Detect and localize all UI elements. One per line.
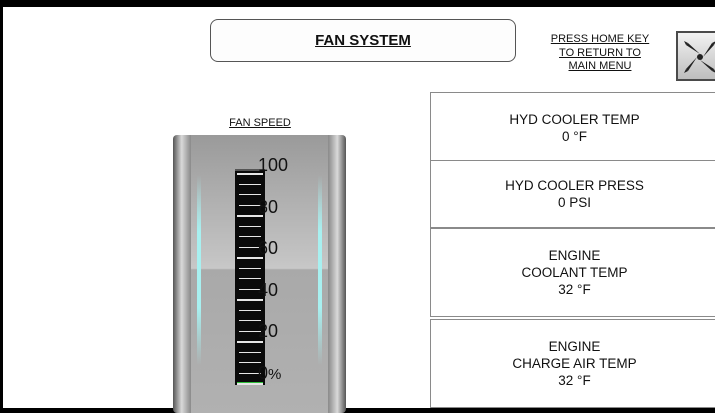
scale-label-60: 60: [258, 238, 279, 258]
fan-icon: [684, 41, 715, 73]
scale-label-0-value: 0: [258, 363, 269, 383]
fan-system-screen: FAN SYSTEM PRESS HOME KEY TO RETURN TO M…: [3, 7, 715, 413]
reading-title: ENGINE COOLANT TEMP: [521, 248, 628, 280]
gauge-tick: [239, 278, 261, 279]
scale-label-20: 20: [258, 321, 279, 341]
title-box: FAN SYSTEM: [210, 19, 516, 62]
reading-title: HYD COOLER TEMP: [509, 111, 640, 127]
engine-charge-air-temp-panel: ENGINE CHARGE AIR TEMP 32 °F: [430, 319, 715, 408]
page-title: FAN SYSTEM: [315, 32, 411, 49]
reading-title: HYD COOLER PRESS: [505, 178, 644, 193]
reading-value: 32 °F: [558, 373, 591, 388]
gauge-tick: [239, 267, 261, 269]
scale-label-80: 80: [258, 197, 279, 217]
reading-value: 0 °F: [562, 128, 587, 144]
gauge-tick: [239, 225, 261, 227]
scale-label-0: 0%: [258, 363, 281, 384]
scale-label-40: 40: [258, 280, 279, 300]
engine-coolant-temp-panel: ENGINE COOLANT TEMP 32 °F: [430, 228, 715, 317]
gauge-tick: [239, 236, 261, 237]
scale-label-100: 100: [258, 155, 289, 175]
reading-value: 32 °F: [558, 282, 591, 297]
gauge-tick: [239, 309, 261, 311]
gauge-glow-right: [318, 175, 322, 365]
gauge-tick: [239, 194, 261, 195]
hyd-cooler-press-panel: HYD COOLER PRESS 0 PSI: [430, 160, 715, 228]
home-key-hint: PRESS HOME KEY TO RETURN TO MAIN MENU: [550, 33, 650, 72]
home-button[interactable]: [676, 31, 715, 81]
gauge-tick: [239, 183, 261, 185]
reading-title: ENGINE CHARGE AIR TEMP: [512, 339, 637, 371]
gauge-glow-left: [197, 175, 201, 365]
fan-speed-label: FAN SPEED: [229, 117, 291, 129]
gauge-tick: [239, 351, 261, 353]
scale-unit: %: [268, 366, 282, 383]
reading-value: 0 PSI: [557, 195, 592, 210]
hyd-cooler-temp-panel: HYD COOLER TEMP 0 °F: [430, 92, 715, 163]
